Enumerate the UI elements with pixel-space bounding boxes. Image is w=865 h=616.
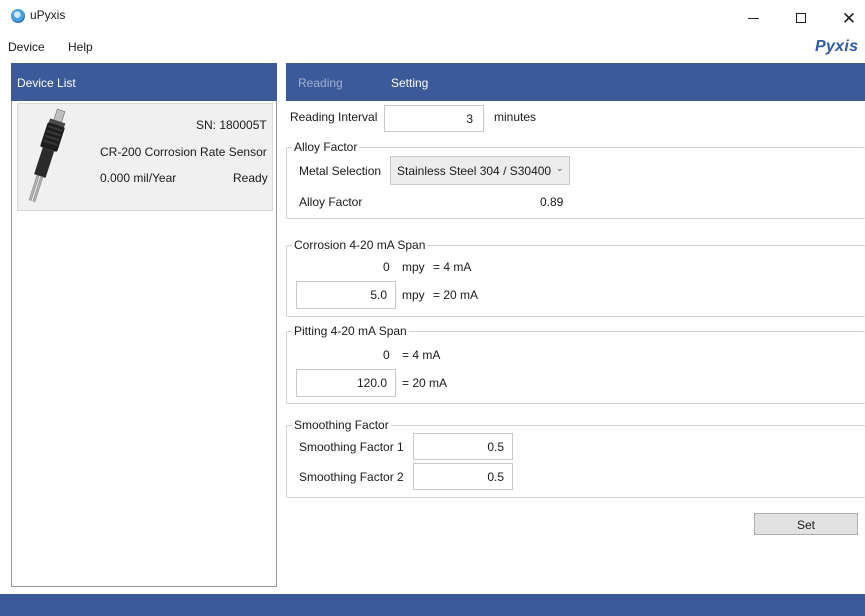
device-model: CR-200 Corrosion Rate Sensor — [100, 145, 267, 159]
minimize-button[interactable] — [730, 4, 776, 32]
close-button[interactable]: ✕ — [826, 4, 865, 32]
reading-interval-unit: minutes — [494, 110, 537, 124]
pitting-low-value: 0 — [383, 348, 390, 362]
device-list-title: Device List — [17, 76, 76, 90]
smoothing-factor-1-input[interactable]: 0.5 — [413, 433, 513, 460]
maximize-icon — [796, 13, 806, 23]
corrosion-low-equivalent: = 4 mA — [433, 260, 472, 274]
corrosion-span-group-title: Corrosion 4-20 mA Span — [292, 238, 428, 252]
tab-setting[interactable]: Setting — [391, 76, 428, 90]
device-serial: SN: 180005T — [196, 118, 267, 132]
smoothing-factor-group-title: Smoothing Factor — [292, 418, 391, 432]
device-status: Ready — [233, 171, 268, 185]
minimize-icon — [747, 17, 759, 19]
pitting-high-equivalent: = 20 mA — [402, 376, 448, 390]
smoothing-factor-2-input[interactable]: 0.5 — [413, 463, 513, 490]
reading-interval-input[interactable]: 3 — [384, 105, 484, 132]
corrosion-high-input[interactable]: 5.0 — [296, 281, 396, 309]
pitting-low-equivalent: = 4 mA — [402, 348, 441, 362]
close-icon: ✕ — [841, 8, 857, 28]
smoothing-factor-2-label: Smoothing Factor 2 — [299, 470, 404, 484]
sensor-probe-image — [28, 108, 66, 203]
smoothing-factor-1-label: Smoothing Factor 1 — [299, 440, 404, 454]
reading-interval-label: Reading Interval — [290, 110, 378, 124]
alloy-factor-value: 0.89 — [540, 195, 564, 209]
menu-bar — [0, 36, 865, 60]
smoothing-factor-group — [286, 425, 865, 498]
pitting-high-input[interactable]: 120.0 — [296, 369, 396, 397]
corrosion-high-equivalent: = 20 mA — [433, 288, 479, 302]
alloy-factor-group-title: Alloy Factor — [292, 140, 360, 154]
set-button[interactable]: Set — [754, 513, 858, 535]
corrosion-low-value: 0 — [383, 260, 390, 274]
corrosion-low-unit: mpy — [402, 260, 425, 274]
brand-logo: Pyxis — [815, 38, 859, 55]
tab-bar — [286, 63, 865, 101]
app-icon — [11, 9, 25, 23]
corrosion-high-unit: mpy — [402, 288, 425, 302]
status-bar — [0, 594, 865, 616]
alloy-factor-group — [286, 147, 865, 219]
alloy-factor-label: Alloy Factor — [299, 195, 363, 209]
pitting-span-group-title: Pitting 4-20 mA Span — [292, 324, 409, 338]
chevron-down-icon[interactable]: ⌄ — [556, 163, 564, 174]
device-reading: 0.000 mil/Year — [100, 171, 177, 185]
metal-selection-label: Metal Selection — [299, 164, 382, 178]
tab-reading[interactable]: Reading — [298, 76, 343, 90]
window-title: uPyxis — [30, 8, 66, 22]
menu-device[interactable]: Device — [8, 40, 45, 54]
maximize-button[interactable] — [778, 4, 824, 32]
menu-help[interactable]: Help — [68, 40, 93, 54]
metal-selection-dropdown[interactable]: Stainless Steel 304 / S30400 — [390, 156, 570, 185]
